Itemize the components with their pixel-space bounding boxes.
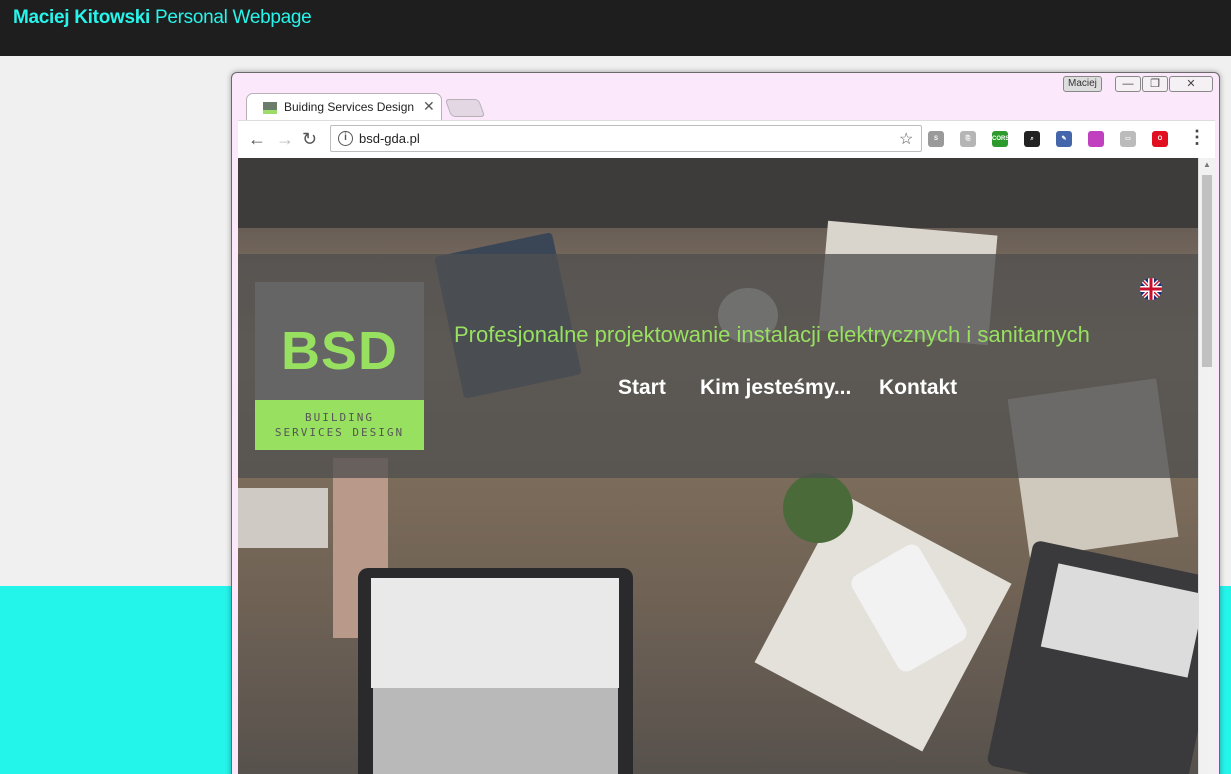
eyedropper-icon[interactable]: ✎ [1056,131,1072,147]
site-title-rest: Personal Webpage [150,7,312,28]
cors-icon[interactable]: CORS [992,131,1009,147]
window-maximize-button[interactable]: ❐ [1142,76,1168,92]
minimize-icon: — [1122,78,1134,90]
tab-favicon-icon [263,102,277,114]
browser-menu-icon[interactable]: ⋮ [1188,127,1206,148]
tab-title: Buiding Services Design [284,100,415,114]
window-close-button[interactable]: ✕ [1169,76,1213,92]
window-minimize-button[interactable]: — [1115,76,1141,92]
forward-button[interactable]: → [276,129,294,150]
bsd-logo[interactable]: BSD BUILDING SERVICES DESIGN [255,282,424,450]
browser-window: Maciej — ❐ ✕ Buiding Services Design ✕ ←… [231,72,1220,774]
cast-icon[interactable]: ▭ [1120,131,1136,147]
uk-flag-icon[interactable] [1140,278,1162,300]
header-curve [0,40,1231,55]
page-viewport: BSD BUILDING SERVICES DESIGN Profesjonal… [238,158,1215,774]
skype-icon[interactable]: S [928,131,944,147]
window-user-badge[interactable]: Maciej [1063,76,1102,92]
scroll-up-icon[interactable]: ▲ [1203,160,1211,169]
browser-toolbar: ← → ↻ i bsd-gda.pl ☆ S ⎘ CORS ⌕ ✎ ▭ O ⋮ [238,120,1215,158]
nav-about[interactable]: Kim jesteśmy... [700,376,851,400]
site-title-name: Maciej Kitowski [13,7,150,28]
scroll-thumb[interactable] [1202,175,1212,367]
address-bar[interactable]: i bsd-gda.pl ☆ [330,125,922,152]
opera-icon[interactable]: O [1152,131,1168,147]
vertical-scrollbar[interactable]: ▲ [1198,158,1215,774]
site-title[interactable]: Maciej Kitowski Personal Webpage [13,7,312,29]
pdf-icon[interactable]: ⎘ [960,131,976,147]
logo-text: BSD [280,321,398,381]
gradient-icon[interactable] [1088,131,1104,147]
bookmark-star-icon[interactable]: ☆ [899,129,913,149]
back-button[interactable]: ← [248,129,266,150]
site-tagline: Profesjonalne projektowanie instalacji e… [454,322,1090,347]
maximize-icon: ❐ [1150,78,1160,90]
site-info-icon[interactable]: i [338,131,353,146]
nav-contact[interactable]: Kontakt [879,376,957,400]
new-tab-button[interactable] [444,99,486,117]
nav-start[interactable]: Start [618,376,666,400]
browser-tab[interactable]: Buiding Services Design ✕ [246,93,442,121]
website-header-banner: BSD BUILDING SERVICES DESIGN Profesjonal… [238,254,1198,478]
close-icon: ✕ [1186,78,1196,90]
reload-button[interactable]: ↻ [302,129,317,150]
logo-strip: BUILDING SERVICES DESIGN [255,400,424,450]
tab-close-icon[interactable]: ✕ [423,98,435,115]
address-bar-url: bsd-gda.pl [359,131,420,146]
zoom-icon[interactable]: ⌕ [1024,131,1040,147]
logo-subtitle-line2: SERVICES DESIGN [274,426,405,439]
logo-subtitle-line1: BUILDING [305,411,374,424]
